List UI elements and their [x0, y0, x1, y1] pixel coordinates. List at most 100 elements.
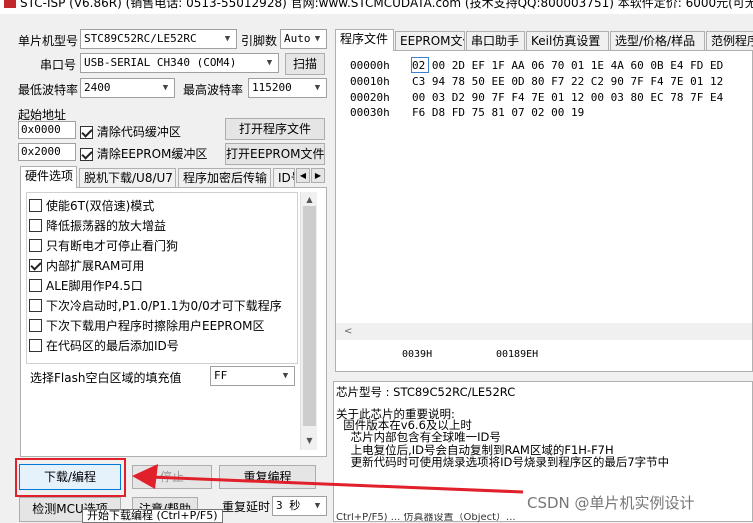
hex-address: 00030h: [350, 106, 390, 119]
min-baud-value: 2400: [84, 81, 111, 94]
tab-selection-price[interactable]: 选型/价格/样品: [610, 31, 705, 51]
option-label: 使能6T(双倍速)模式: [46, 199, 155, 213]
option-checkbox[interactable]: [29, 239, 42, 252]
option-cold-start[interactable]: 下次冷启动时,P1.0/P1.1为0/0才可下载程序: [29, 297, 282, 315]
open-program-file-button[interactable]: 打开程序文件: [225, 118, 325, 140]
tab-serial-assistant[interactable]: 串口助手: [466, 31, 525, 51]
tab-hardware-options[interactable]: 硬件选项: [20, 166, 77, 188]
max-baud-label: 最高波特率: [183, 83, 244, 97]
option-label: 在代码区的最后添加ID号: [46, 339, 179, 353]
chip-info-line: 芯片内部包含有全球唯一ID号: [336, 430, 501, 444]
hex-row-bytes[interactable]: F6 D8 FD 75 81 07 02 00 19: [412, 105, 584, 121]
port-select[interactable]: USB-SERIAL CH340 (COM4) ▼: [80, 53, 279, 73]
scroll-left-icon[interactable]: <: [344, 326, 352, 337]
max-baud-value: 115200: [252, 81, 292, 94]
scan-button[interactable]: 扫描: [285, 53, 325, 75]
title-bar: STC-ISP (V6.86R) (销售电话: 0513-55012928) 官…: [0, 0, 753, 14]
pins-select[interactable]: Auto ▼: [280, 29, 327, 49]
bottom-partial-text: Ctrl+P/F5) ... 仿真器设置（Object）...: [336, 513, 516, 522]
fill-value-label: 选择Flash空白区域的填充值: [30, 371, 182, 385]
arrow-shaft: [149, 475, 524, 494]
option-checkbox[interactable]: [29, 319, 42, 332]
option-checkbox[interactable]: [29, 299, 42, 312]
tab-offline-download[interactable]: 脱机下载/U8/U7: [79, 168, 176, 188]
option-add-id[interactable]: 在代码区的最后添加ID号: [29, 337, 179, 355]
chevron-down-icon: ▼: [158, 80, 173, 96]
option-label: 降低振荡器的放大增益: [46, 219, 167, 233]
hex-cursor: [411, 57, 429, 73]
tab-example-programs[interactable]: 范例程序: [706, 31, 753, 51]
tab-encrypted-transfer[interactable]: 程序加密后传输: [178, 168, 271, 188]
port-label: 串口号: [40, 58, 77, 72]
chip-info-line: 芯片型号 : STC89C52RC/LE52RC: [336, 385, 516, 399]
scroll-down-icon[interactable]: ▼: [302, 436, 317, 445]
clear-code-text: 清除代码缓冲区: [96, 125, 181, 139]
option-checkbox[interactable]: [29, 199, 42, 212]
hex-row: 00000h: [350, 58, 390, 74]
option-6t-mode[interactable]: 使能6T(双倍速)模式: [29, 197, 154, 215]
option-erase-eeprom[interactable]: 下次下载用户程序时擦除用户EEPROM区: [29, 317, 265, 335]
option-reduce-gain[interactable]: 降低振荡器的放大增益: [29, 217, 166, 235]
hex-bytes: C3 94 78 50 EE 0D 80 F7 22 C2 90 7F F4 7…: [412, 75, 724, 88]
option-checkbox[interactable]: [29, 219, 42, 232]
hex-row-bytes[interactable]: 00 03 D2 90 7F F4 7E 01 12 00 03 80 EC 7…: [412, 90, 723, 106]
clear-code-option[interactable]: 清除代码缓冲区: [80, 123, 181, 140]
window-title: STC-ISP (V6.86R) (销售电话: 0513-55012928) 官…: [20, 0, 753, 10]
hex-row: 00030h: [350, 105, 390, 121]
code-address-input[interactable]: 0x0000: [18, 121, 76, 139]
tab-scroll-left-button[interactable]: ◀: [296, 168, 310, 183]
option-checkbox[interactable]: [29, 259, 42, 272]
repeat-delay-value: 3 秒: [276, 499, 301, 512]
option-label: ALE脚用作P4.5口: [46, 279, 143, 293]
mcu-model-label: 单片机型号: [18, 34, 79, 48]
repeat-delay-label: 重复延时: [222, 500, 271, 514]
arrow-head: [132, 464, 158, 489]
hex-address: 00020h: [350, 91, 390, 104]
hex-row: 00010h: [350, 74, 390, 90]
option-internal-ram[interactable]: 内部扩展RAM可用: [29, 257, 144, 275]
eeprom-address-input[interactable]: 0x2000: [18, 143, 76, 161]
chevron-down-icon: ▼: [262, 55, 277, 71]
tab-keil-simulation[interactable]: Keil仿真设置: [526, 31, 609, 51]
port-value: USB-SERIAL CH340 (COM4): [84, 56, 237, 69]
option-ale-pin[interactable]: ALE脚用作P4.5口: [29, 277, 143, 295]
clear-code-checkbox[interactable]: [80, 126, 93, 139]
hex-address: 00010h: [350, 75, 390, 88]
hex-horizontal-scrollbar[interactable]: <: [336, 323, 752, 340]
chevron-down-icon: ▼: [310, 80, 325, 96]
min-baud-select[interactable]: 2400 ▼: [80, 78, 175, 98]
fill-value: FF: [214, 369, 228, 382]
pins-label: 引脚数: [241, 34, 278, 48]
tab-scroll-right-button[interactable]: ▶: [311, 168, 325, 183]
scrollbar-thumb[interactable]: [303, 206, 316, 426]
hex-row-bytes[interactable]: C3 94 78 50 EE 0D 80 F7 22 C2 90 7F F4 7…: [412, 74, 723, 90]
fill-value-select[interactable]: FF ▼: [210, 366, 295, 386]
option-label: 只有断电才可停止看门狗: [46, 239, 179, 253]
checksum-id: 0039H: [402, 349, 433, 360]
chevron-down-icon: ▼: [278, 368, 293, 384]
mcu-model-select[interactable]: STC89C52RC/LE52RC ▼: [80, 29, 237, 49]
option-label: 内部扩展RAM可用: [46, 259, 145, 273]
csdn-watermark: CSDN @单片机实例设计: [527, 494, 695, 512]
option-checkbox[interactable]: [29, 279, 42, 292]
option-checkbox[interactable]: [29, 339, 42, 352]
clear-eeprom-checkbox[interactable]: [80, 148, 93, 161]
download-tooltip: 开始下载编程 (Ctrl+P/F5): [82, 509, 223, 523]
hex-address: 00000h: [350, 59, 390, 72]
option-label: 下次冷启动时,P1.0/P1.1为0/0才可下载程序: [46, 299, 282, 313]
hex-row-bytes[interactable]: 02 00 2D EF 1F AA 06 70 01 1E 4A 60 0B E…: [412, 58, 723, 74]
app-icon: [4, 0, 16, 8]
download-program-button[interactable]: 下载/编程: [19, 464, 121, 490]
open-eeprom-file-button[interactable]: 打开EEPROM文件: [225, 143, 325, 165]
clear-eeprom-text: 清除EEPROM缓冲区: [96, 147, 208, 161]
options-scrollbar[interactable]: ▲ ▼: [300, 192, 317, 450]
clear-eeprom-option[interactable]: 清除EEPROM缓冲区: [80, 145, 207, 162]
tab-id-number[interactable]: ID号: [273, 168, 295, 188]
chevron-down-icon: ▼: [310, 498, 325, 514]
tab-eeprom-file[interactable]: EEPROM文件: [395, 31, 465, 51]
max-baud-select[interactable]: 115200 ▼: [248, 78, 327, 98]
scroll-up-icon[interactable]: ▲: [302, 195, 317, 204]
hex-bytes: 02 00 2D EF 1F AA 06 70 01 1E 4A 60 0B E…: [412, 59, 724, 72]
tab-program-file[interactable]: 程序文件: [335, 29, 394, 51]
option-watchdog[interactable]: 只有断电才可停止看门狗: [29, 237, 178, 255]
